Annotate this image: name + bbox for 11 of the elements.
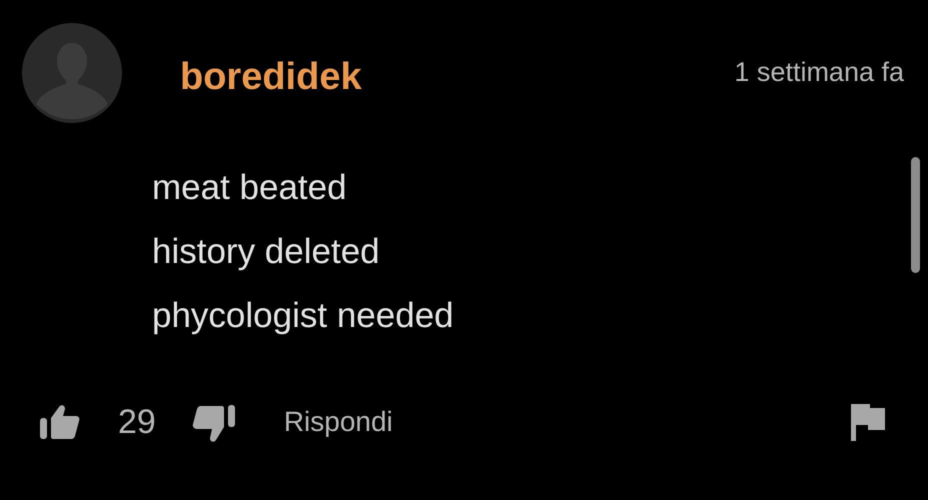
comment-line: meat beated [152, 167, 347, 209]
scrollbar[interactable] [911, 157, 920, 273]
avatar-icon [22, 23, 122, 123]
reply-button[interactable]: Rispondi [284, 406, 393, 438]
comment-line: history deleted [152, 231, 380, 273]
comment-line: phycologist needed [152, 295, 454, 337]
thumbs-up-icon[interactable] [40, 404, 80, 440]
flag-icon[interactable] [850, 402, 886, 442]
timestamp: 1 settimana fa [734, 56, 904, 88]
username[interactable]: boredidek [180, 56, 362, 98]
like-count: 29 [118, 402, 156, 442]
